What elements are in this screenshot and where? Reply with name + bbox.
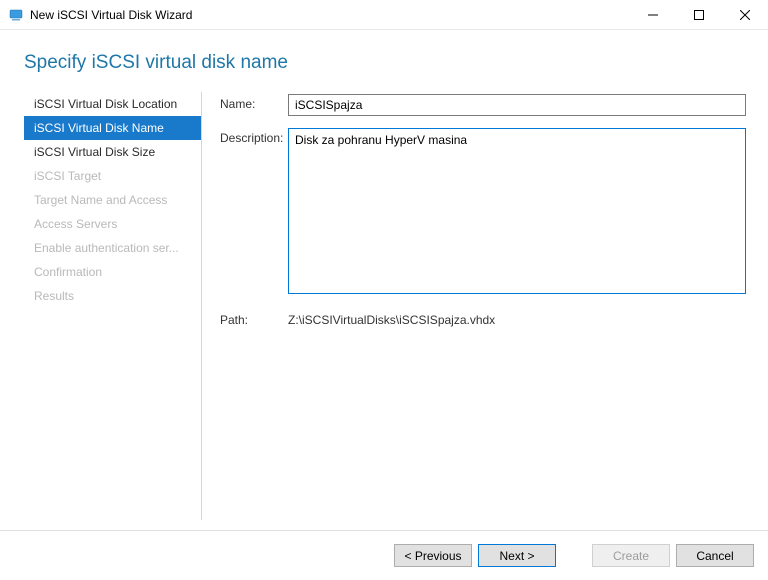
window-controls	[630, 0, 768, 30]
sidebar-item-authentication: Enable authentication ser...	[24, 236, 201, 260]
maximize-button[interactable]	[676, 0, 722, 30]
create-button: Create	[592, 544, 670, 567]
main-panel: Name: Description: Path: Z:\iSCSIVirtual…	[202, 92, 752, 520]
next-button[interactable]: Next >	[478, 544, 556, 567]
sidebar-item-access-servers: Access Servers	[24, 212, 201, 236]
wizard-footer: < Previous Next > Create Cancel	[0, 530, 768, 580]
description-textarea[interactable]	[288, 128, 746, 294]
close-button[interactable]	[722, 0, 768, 30]
name-label: Name:	[220, 94, 288, 116]
window-title: New iSCSI Virtual Disk Wizard	[30, 8, 192, 22]
header: Specify iSCSI virtual disk name	[0, 30, 768, 92]
wizard-steps-sidebar: iSCSI Virtual Disk Location iSCSI Virtua…	[24, 92, 202, 520]
sidebar-item-target-name: Target Name and Access	[24, 188, 201, 212]
sidebar-item-size[interactable]: iSCSI Virtual Disk Size	[24, 140, 201, 164]
sidebar-item-target: iSCSI Target	[24, 164, 201, 188]
cancel-button[interactable]: Cancel	[676, 544, 754, 567]
minimize-button[interactable]	[630, 0, 676, 30]
sidebar-item-location[interactable]: iSCSI Virtual Disk Location	[24, 92, 201, 116]
titlebar: New iSCSI Virtual Disk Wizard	[0, 0, 768, 30]
path-value: Z:\iSCSIVirtualDisks\iSCSISpajza.vhdx	[288, 310, 495, 327]
path-label: Path:	[220, 310, 288, 327]
description-label: Description:	[220, 128, 288, 294]
previous-button[interactable]: < Previous	[394, 544, 472, 567]
app-icon	[8, 7, 24, 23]
sidebar-item-confirmation: Confirmation	[24, 260, 201, 284]
name-input[interactable]	[288, 94, 746, 116]
sidebar-item-name[interactable]: iSCSI Virtual Disk Name	[24, 116, 201, 140]
page-title: Specify iSCSI virtual disk name	[24, 52, 768, 74]
sidebar-item-results: Results	[24, 284, 201, 308]
